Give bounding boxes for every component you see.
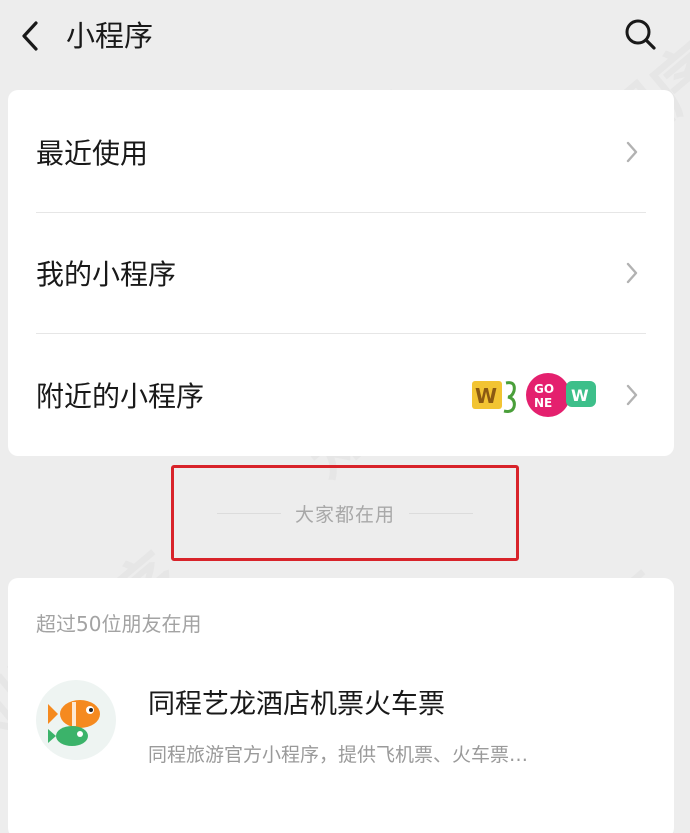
menu-card: 最近使用 我的小程序 附近的小程序 W GO NE W bbox=[8, 90, 674, 456]
menu-item-label: 我的小程序 bbox=[36, 258, 177, 291]
wb-logo: W bbox=[472, 381, 516, 413]
menu-item-recent[interactable]: 最近使用 bbox=[8, 92, 674, 212]
divider bbox=[36, 333, 646, 334]
popular-list-card: 超过50位朋友在用 同程艺龙酒店机票火车票 同程旅游官方小程序，提供飞机票、火车… bbox=[8, 578, 674, 833]
top-bar: 小程序 bbox=[0, 0, 690, 80]
app-name: 同程艺龙酒店机票火车票 bbox=[148, 689, 445, 720]
chevron-right-icon bbox=[622, 138, 642, 166]
list-item[interactable]: 同程艺龙酒店机票火车票 同程旅游官方小程序，提供飞机票、火车票… bbox=[8, 658, 674, 788]
menu-item-nearby[interactable]: 附近的小程序 W GO NE W bbox=[8, 335, 674, 455]
search-icon bbox=[625, 19, 656, 50]
w-badge-logo: W bbox=[566, 381, 596, 407]
svg-text:NE: NE bbox=[534, 396, 552, 410]
highlight-annotation bbox=[171, 465, 519, 561]
chevron-right-icon bbox=[622, 381, 642, 409]
friends-count-subtitle: 超过50位朋友在用 bbox=[36, 612, 202, 636]
svg-text:W: W bbox=[571, 386, 589, 405]
search-button[interactable] bbox=[620, 14, 662, 56]
gone-logo: GO NE bbox=[526, 373, 570, 417]
chevron-right-icon bbox=[622, 259, 642, 287]
nearby-preview-logos: W GO NE W bbox=[470, 369, 610, 421]
back-button[interactable] bbox=[14, 18, 46, 54]
menu-item-label: 最近使用 bbox=[36, 137, 149, 170]
app-description: 同程旅游官方小程序，提供飞机票、火车票… bbox=[148, 744, 529, 766]
page-title: 小程序 bbox=[66, 19, 154, 53]
menu-item-my-miniprograms[interactable]: 我的小程序 bbox=[8, 213, 674, 333]
svg-text:W: W bbox=[475, 384, 497, 408]
chevron-left-icon bbox=[22, 21, 38, 51]
svg-text:GO: GO bbox=[534, 382, 554, 396]
tongcheng-fish-logo bbox=[36, 680, 116, 760]
menu-item-label: 附近的小程序 bbox=[36, 380, 205, 413]
